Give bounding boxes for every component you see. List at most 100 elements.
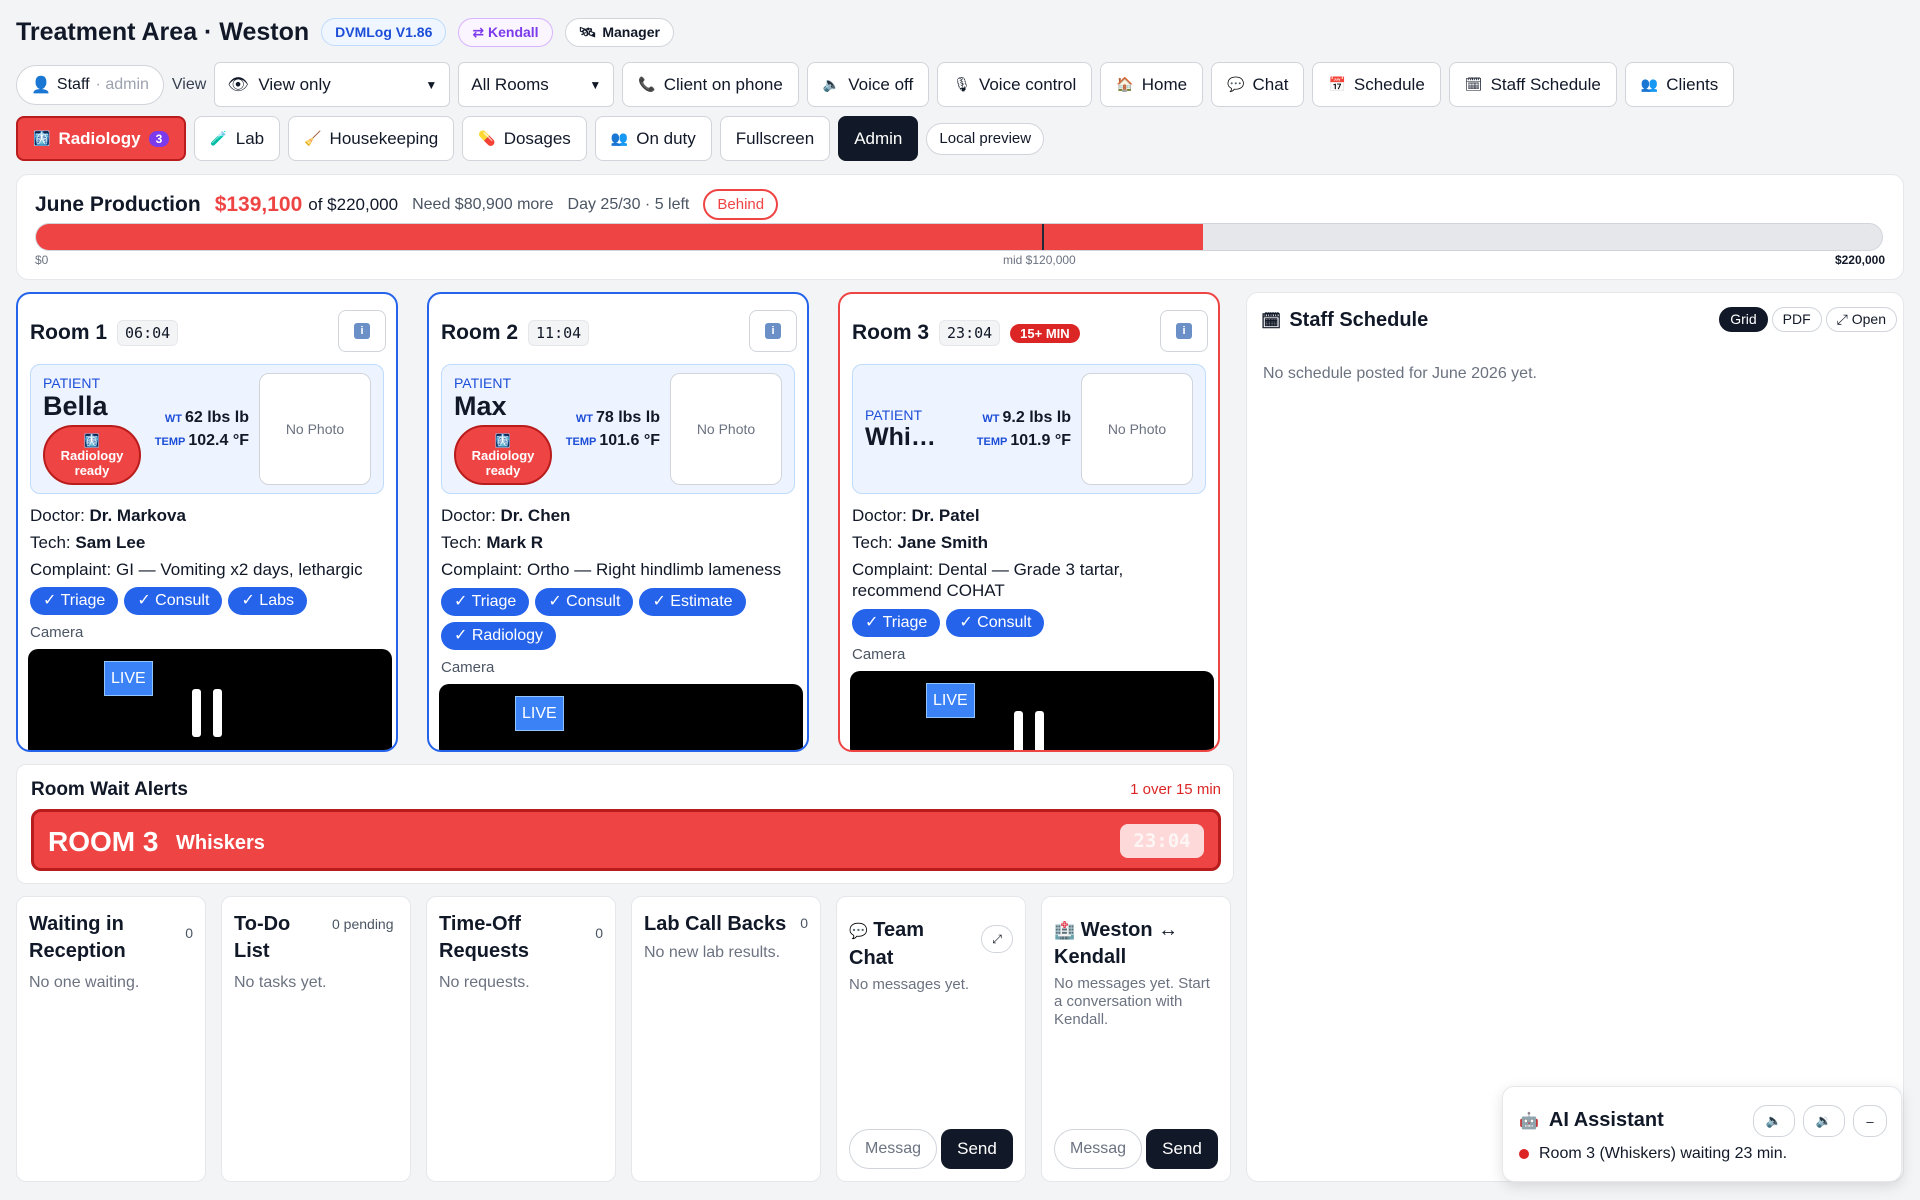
complaint-label: Complaint: xyxy=(30,560,112,579)
production-card: June Production $139,100 of $220,000 Nee… xyxy=(16,174,1904,280)
alerts-title: Room Wait Alerts xyxy=(31,779,188,800)
live-badge: LIVE xyxy=(515,696,564,731)
time-off-panel: Time-Off Requests 0 No requests. xyxy=(426,896,616,1182)
fullscreen-button[interactable]: Fullscreen xyxy=(719,116,831,161)
phone-icon: 📞 xyxy=(638,76,656,92)
voice-control-button[interactable]: 🎙 Voice control xyxy=(937,62,1093,107)
tech-label: Tech: xyxy=(852,533,893,552)
status-chip[interactable]: ✓ Triage xyxy=(441,588,530,616)
on-duty-button[interactable]: 👥 On duty xyxy=(594,116,712,161)
staff-selector[interactable]: 👤 Staff · admin xyxy=(16,64,164,105)
open-schedule-button[interactable]: ⤢ Open xyxy=(1825,307,1897,332)
assistant-message: Room 3 (Whiskers) waiting 23 min. xyxy=(1519,1145,1787,1163)
home-button[interactable]: 🏠 Home xyxy=(1100,62,1204,107)
room-info-button[interactable]: i xyxy=(338,310,386,352)
tab-pdf[interactable]: PDF xyxy=(1771,307,1822,332)
waiting-reception-panel: Waiting in Reception 0 No one waiting. xyxy=(16,896,206,1182)
radiology-ready-label: Radiology ready xyxy=(60,448,124,478)
broom-icon: 🧹 xyxy=(304,130,322,146)
role-badge[interactable]: 🛰 Manager xyxy=(564,17,674,47)
minimize-button[interactable]: – xyxy=(1853,1105,1887,1137)
room-header: Room 1 06:04 xyxy=(30,320,179,346)
housekeeping-button[interactable]: 🧹 Housekeeping xyxy=(288,116,455,161)
admin-button[interactable]: Admin xyxy=(838,116,919,161)
status-chip[interactable]: ✓ Labs xyxy=(228,587,307,615)
local-preview-button[interactable]: Local preview xyxy=(926,122,1045,155)
hospital-icon: 🏥 xyxy=(1054,921,1076,940)
rooms-select[interactable]: All Rooms ▼ xyxy=(458,62,615,107)
radiology-ready-badge[interactable]: 🩻 Radiology ready xyxy=(43,425,141,485)
schedule-label: Schedule xyxy=(1353,74,1425,94)
message-input[interactable]: Messag xyxy=(849,1129,937,1169)
alert-row[interactable]: ROOM 3 Whiskers 23:04 xyxy=(31,809,1221,871)
location-switch-button[interactable]: ⇄ Kendall xyxy=(458,17,553,47)
test-tube-icon: 🧪 xyxy=(210,130,228,146)
panel-empty-text: No tasks yet. xyxy=(234,974,327,991)
rooms-value: All Rooms xyxy=(471,74,549,94)
message-input[interactable]: Messag xyxy=(1054,1129,1142,1169)
pause-icon[interactable] xyxy=(192,689,222,737)
voice-off-button[interactable]: 🔈 Voice off xyxy=(806,62,930,107)
lab-button[interactable]: 🧪 Lab xyxy=(194,116,281,161)
room-card-2[interactable]: Room 2 11:04 i PATIENT Max 🩻 Radiology r… xyxy=(427,292,809,752)
room-info-button[interactable]: i xyxy=(749,310,797,352)
weston-kendall-panel: 🏥 Weston ↔ Kendall No messages yet. Star… xyxy=(1041,896,1231,1182)
room-details: Doctor: Dr. Markova Tech: Sam Lee Compla… xyxy=(28,502,392,750)
progress-mid-label: mid $120,000 xyxy=(1003,253,1076,267)
room-card-1[interactable]: Room 1 06:04 i PATIENT Bella 🩻 Radiology… xyxy=(16,292,398,752)
panel-title: Lab Call Backs xyxy=(644,913,787,935)
expand-icon[interactable]: ⤢ xyxy=(981,925,1013,953)
todo-panel: To-Do List 0 pending No tasks yet. xyxy=(221,896,411,1182)
patient-photo[interactable]: No Photo xyxy=(259,373,371,485)
weight-label: WT xyxy=(982,413,1000,425)
complaint-label: Complaint: xyxy=(852,560,934,579)
send-button[interactable]: Send xyxy=(941,1129,1013,1169)
production-need: Need $80,900 more xyxy=(412,195,554,213)
panel-title: 💬 Team Chat xyxy=(849,917,959,972)
progress-start-label: $0 xyxy=(35,253,49,267)
schedule-title: 🗓 Staff Schedule xyxy=(1261,309,1428,332)
room-card-3[interactable]: Room 3 23:04 15+ MIN i PATIENT Whi… WT 9.… xyxy=(838,292,1220,752)
room-info-button[interactable]: i xyxy=(1160,310,1208,352)
pause-icon[interactable] xyxy=(1014,711,1044,750)
dosages-button[interactable]: 💊 Dosages xyxy=(462,116,587,161)
speaker-mute-icon[interactable]: 🔈 xyxy=(1753,1105,1795,1137)
panel-empty-text: No requests. xyxy=(439,974,530,991)
team-chat-panel: 💬 Team Chat ⤢ No messages yet. Messag Se… xyxy=(836,896,1026,1182)
radiology-ready-badge[interactable]: 🩻 Radiology ready xyxy=(454,425,552,485)
temp-value: 102.4 °F xyxy=(188,432,249,449)
vitals: WT 9.2 lbs lb TEMP 101.9 °F xyxy=(971,407,1071,453)
schedule-button[interactable]: 📅 Schedule xyxy=(1312,62,1441,107)
camera-feed[interactable]: LIVE xyxy=(850,671,1214,750)
status-chip[interactable]: ✓ Triage xyxy=(30,587,119,615)
tab-grid[interactable]: Grid xyxy=(1719,307,1768,332)
calendar-icon: 📅 xyxy=(1328,76,1346,92)
status-chip[interactable]: ✓ Radiology xyxy=(441,622,557,650)
camera-feed[interactable]: LIVE xyxy=(439,684,803,750)
ai-assistant-widget[interactable]: 🤖 AI Assistant 🔈 🔉 – Room 3 (Whiskers) wa… xyxy=(1502,1086,1902,1182)
camera-feed[interactable]: LIVE xyxy=(28,649,392,750)
staff-schedule-button[interactable]: 🗓 Staff Schedule xyxy=(1448,62,1617,107)
temp-value: 101.6 °F xyxy=(599,432,660,449)
status-chip[interactable]: ✓ Estimate xyxy=(639,588,746,616)
clients-button[interactable]: 👥 Clients xyxy=(1624,62,1735,107)
client-on-phone-button[interactable]: 📞 Client on phone xyxy=(622,62,799,107)
status-chip[interactable]: ✓ Triage xyxy=(852,609,941,637)
patient-photo[interactable]: No Photo xyxy=(670,373,782,485)
info-icon: i xyxy=(354,323,370,339)
speaker-icon[interactable]: 🔉 xyxy=(1803,1105,1845,1137)
view-mode-select[interactable]: 👁 View only ▼ xyxy=(214,62,451,107)
patient-photo[interactable]: No Photo xyxy=(1081,373,1193,485)
panel-empty-text: No messages yet. xyxy=(849,976,970,993)
status-chip[interactable]: ✓ Consult xyxy=(124,587,223,615)
housekeeping-label: Housekeeping xyxy=(329,128,439,148)
dosages-label: Dosages xyxy=(503,128,571,148)
patient-name: Max xyxy=(454,391,507,421)
radiology-button[interactable]: 🩻 Radiology 3 xyxy=(16,116,187,161)
send-button[interactable]: Send xyxy=(1146,1129,1218,1169)
status-chip[interactable]: ✓ Consult xyxy=(946,609,1045,637)
status-chip[interactable]: ✓ Consult xyxy=(535,588,634,616)
chat-button[interactable]: 💬 Chat xyxy=(1211,62,1305,107)
live-badge: LIVE xyxy=(926,683,975,718)
panel-title: Waiting in Reception xyxy=(29,913,126,962)
